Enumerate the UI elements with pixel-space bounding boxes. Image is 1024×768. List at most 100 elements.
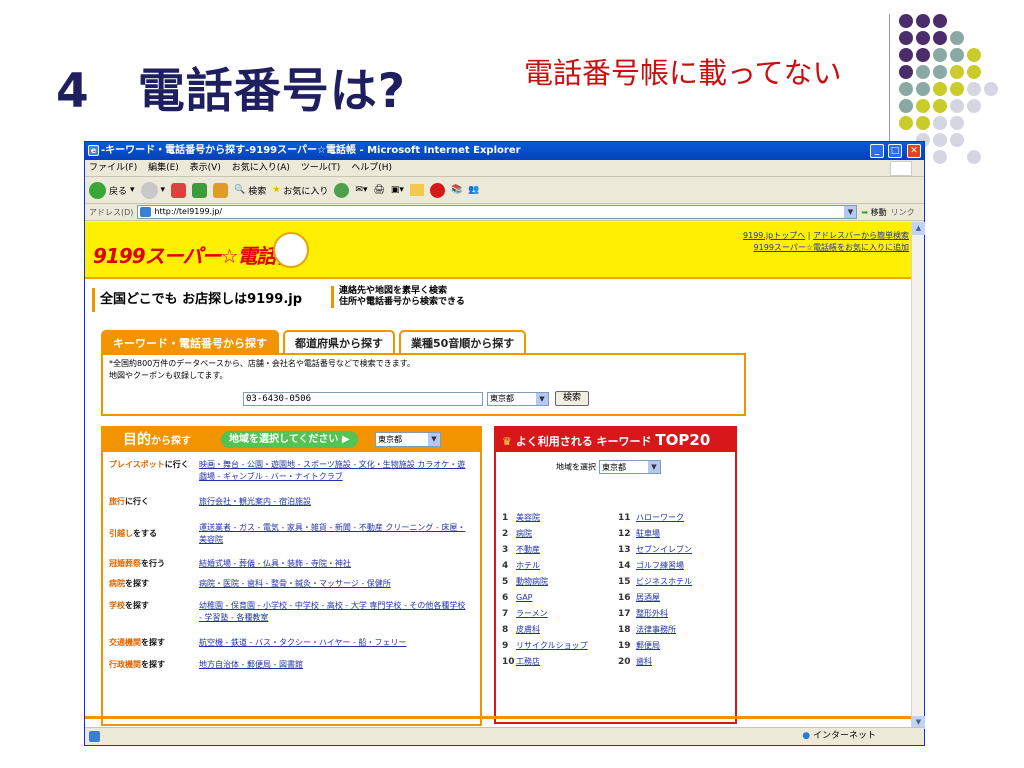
ranking-item[interactable]: 4 ホテル: [502, 560, 540, 572]
rank-link[interactable]: 病院: [516, 529, 532, 538]
menu-file[interactable]: ファイル(F): [89, 163, 137, 173]
ranking-item[interactable]: 14 ゴルフ練習場: [618, 560, 684, 572]
home-icon[interactable]: [213, 182, 229, 198]
addressbar-search-link[interactable]: アドレスバーから簡単検索: [813, 231, 909, 240]
divider: [889, 14, 890, 154]
rank-number: 14: [618, 561, 631, 571]
purpose-links[interactable]: 映画・舞台 - 公園・遊園地 - スポーツ施設 - 文化・生物施設 カラオケ・遊…: [199, 459, 469, 483]
edit-icon[interactable]: ▣▾: [391, 185, 404, 195]
rank-link[interactable]: GAP: [516, 593, 533, 602]
search-description: *全国約800万件のデータベースから、店舗・会社名や電話番号などで検索できます。: [109, 359, 415, 368]
maximize-button[interactable]: □: [888, 144, 902, 158]
search-submit-button[interactable]: 検索: [555, 391, 589, 406]
rank-link[interactable]: ホテル: [516, 561, 540, 570]
purpose-links[interactable]: 幼稚園 - 保育園 - 小学校 - 中学校 - 高校 - 大学 専門学校 - そ…: [199, 600, 469, 624]
close-button[interactable]: ✕: [907, 144, 921, 158]
rank-link[interactable]: 皮膚科: [516, 625, 540, 634]
prefecture-select[interactable]: 東京都 ▼: [487, 392, 549, 406]
rank-link[interactable]: 郵便局: [636, 641, 660, 650]
tab-prefecture[interactable]: 都道府県から探す: [283, 330, 395, 354]
menu-help[interactable]: ヘルプ(H): [351, 163, 392, 173]
purpose-links[interactable]: 旅行会社・観光案内 - 宿泊施設: [199, 496, 469, 508]
rank-link[interactable]: 美容院: [516, 513, 540, 522]
top20-header: ♛ よく利用される キーワード TOP20: [496, 428, 735, 452]
ie-icon: e: [88, 145, 99, 156]
refresh-icon[interactable]: [192, 182, 208, 198]
links-label[interactable]: リンク: [891, 207, 915, 218]
ranking-item[interactable]: 18 法律事務所: [618, 624, 676, 636]
purpose-links[interactable]: 病院・医院 - 歯科 - 整骨・鍼灸・マッサージ - 保健所: [199, 578, 469, 590]
contacts-icon[interactable]: 👥: [468, 185, 479, 195]
ranking-item[interactable]: 17 整形外科: [618, 608, 668, 620]
keyword-input[interactable]: 03-6430-0506: [243, 392, 483, 406]
tagline-sub: 連絡先や地図を素早く検索 住所や電話番号から検索できる: [331, 286, 465, 308]
rank-link[interactable]: 工務店: [516, 657, 540, 666]
rank-link[interactable]: ハローワーク: [636, 513, 684, 522]
mail-icon[interactable]: ✉▾: [355, 185, 367, 195]
top20-region-select[interactable]: 東京都 ▼: [599, 460, 661, 474]
rank-link[interactable]: ラーメン: [516, 609, 548, 618]
rank-link[interactable]: 不動産: [516, 545, 540, 554]
rank-link[interactable]: 歯科: [636, 657, 652, 666]
ranking-item[interactable]: 2 病院: [502, 528, 532, 540]
rank-link[interactable]: 法律事務所: [636, 625, 676, 634]
vertical-scrollbar[interactable]: ▲ ▼: [911, 222, 925, 729]
ranking-item[interactable]: 7 ラーメン: [502, 608, 548, 620]
ranking-item[interactable]: 13 セブンイレブン: [618, 544, 692, 556]
favorites-button[interactable]: ★ お気に入り: [272, 184, 328, 197]
ranking-item[interactable]: 9 リサイクルショップ: [502, 640, 588, 652]
search-button[interactable]: 🔍 検索: [234, 184, 266, 197]
research-icon[interactable]: 📚: [451, 185, 462, 195]
rank-link[interactable]: 駐車場: [636, 529, 660, 538]
history-icon[interactable]: [334, 182, 350, 198]
site-logo[interactable]: 9199スーパー☆電話帳: [93, 240, 295, 269]
rank-link[interactable]: セブンイレブン: [636, 545, 692, 554]
purpose-links[interactable]: 結婚式場 - 葬儀 - 仏具・装飾 - 寺院・神社: [199, 558, 469, 570]
ranking-item[interactable]: 12 駐車場: [618, 528, 660, 540]
rank-number: 16: [618, 593, 631, 603]
scroll-up-icon[interactable]: ▲: [912, 222, 925, 235]
menu-edit[interactable]: 編集(E): [148, 163, 179, 173]
tab-keyword[interactable]: キーワード・電話番号から探す: [101, 330, 279, 354]
forward-button[interactable]: ▾: [140, 181, 165, 199]
ranking-item[interactable]: 16 居酒屋: [618, 592, 660, 604]
minimize-button[interactable]: _: [870, 144, 884, 158]
menu-view[interactable]: 表示(V): [190, 163, 221, 173]
rank-link[interactable]: リサイクルショップ: [516, 641, 588, 650]
rank-number: 20: [618, 657, 631, 667]
tab-industry[interactable]: 業種50音順から探す: [399, 330, 527, 354]
purpose-links[interactable]: 地方自治体 - 郵便局 - 図書館: [199, 659, 469, 671]
top-link[interactable]: 9199.jpトップへ: [743, 231, 805, 240]
ranking-item[interactable]: 10工務店: [502, 656, 540, 668]
ranking-item[interactable]: 1 美容院: [502, 512, 540, 524]
ranking-item[interactable]: 8 皮膚科: [502, 624, 540, 636]
back-button[interactable]: 戻る ▾: [89, 181, 135, 199]
rank-link[interactable]: 動物病院: [516, 577, 548, 586]
region-select[interactable]: 東京都 ▼: [375, 432, 441, 447]
go-button[interactable]: ➡ 移動: [861, 207, 886, 218]
rank-link[interactable]: 居酒屋: [636, 593, 660, 602]
ranking-item[interactable]: 3 不動産: [502, 544, 540, 556]
ranking-item[interactable]: 19 郵便局: [618, 640, 660, 652]
ranking-item[interactable]: 11 ハローワーク: [618, 512, 684, 524]
purpose-links[interactable]: 運送業者 - ガス - 電気 - 家具・雑貨 - 新聞 - 不動産 クリーニング…: [199, 522, 469, 546]
address-input[interactable]: http://tel9199.jp/ ▼: [137, 205, 858, 219]
purpose-links[interactable]: 航空機 - 鉄道 - バス・タクシー・ハイヤー - 船・フェリー: [199, 637, 469, 649]
ranking-item[interactable]: 15 ビジネスホテル: [618, 576, 692, 588]
status-bar: ● インターネット: [85, 727, 924, 745]
folder-icon[interactable]: [409, 184, 424, 196]
print-icon[interactable]: 🖨: [373, 185, 384, 195]
add-favorites-link[interactable]: 9199スーパー☆電話帳をお気に入りに追加: [754, 243, 909, 252]
stop-icon[interactable]: [171, 182, 187, 198]
rank-link[interactable]: ゴルフ練習場: [636, 561, 684, 570]
rank-link[interactable]: 整形外科: [636, 609, 668, 618]
chevron-down-icon[interactable]: ▼: [844, 206, 857, 218]
messenger-icon[interactable]: [429, 182, 445, 198]
menu-tools[interactable]: ツール(T): [301, 163, 341, 173]
menu-favorites[interactable]: お気に入り(A): [232, 163, 290, 173]
rank-link[interactable]: ビジネスホテル: [636, 577, 692, 586]
ranking-item[interactable]: 20 歯科: [618, 656, 652, 668]
ranking-item[interactable]: 6 GAP: [502, 592, 533, 604]
ranking-item[interactable]: 5 動物病院: [502, 576, 548, 588]
top20-region: 地域を選択 東京都 ▼: [556, 460, 661, 475]
